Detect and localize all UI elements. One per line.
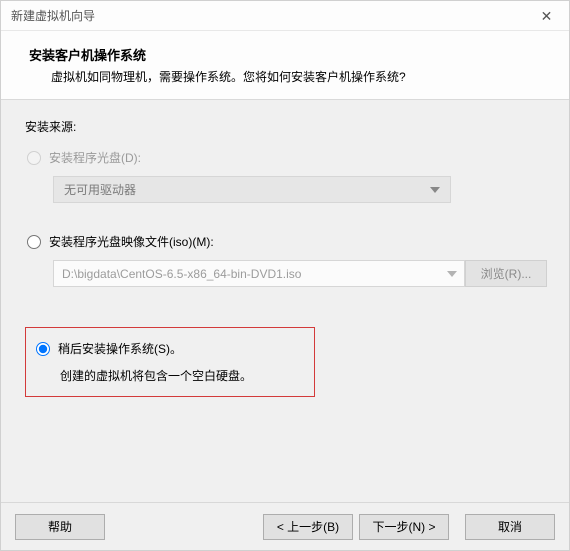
option-installer-disc-label: 安装程序光盘(D):	[49, 149, 141, 166]
option-iso-file[interactable]: 安装程序光盘映像文件(iso)(M):	[27, 233, 547, 250]
browse-button[interactable]: 浏览(R)...	[465, 260, 547, 287]
wizard-footer: 帮助 < 上一步(B) 下一步(N) > 取消	[1, 502, 569, 550]
radio-install-later[interactable]	[36, 342, 50, 356]
option-install-later-box: 稍后安装操作系统(S)。 创建的虚拟机将包含一个空白硬盘。	[25, 327, 315, 397]
help-button[interactable]: 帮助	[15, 514, 105, 540]
window-title: 新建虚拟机向导	[11, 7, 95, 24]
radio-installer-disc[interactable]	[27, 151, 41, 165]
option-iso-file-label: 安装程序光盘映像文件(iso)(M):	[49, 233, 214, 250]
option-install-later[interactable]: 稍后安装操作系统(S)。	[36, 340, 296, 357]
close-icon[interactable]: ✕	[524, 1, 569, 31]
option-install-later-label: 稍后安装操作系统(S)。	[58, 340, 182, 357]
radio-iso-file[interactable]	[27, 235, 41, 249]
install-later-description: 创建的虚拟机将包含一个空白硬盘。	[60, 367, 296, 384]
source-label: 安装来源:	[25, 118, 547, 135]
page-heading: 安装客户机操作系统	[29, 45, 541, 64]
back-button[interactable]: < 上一步(B)	[263, 514, 353, 540]
page-subtitle: 虚拟机如同物理机，需要操作系统。您将如何安装客户机操作系统?	[29, 68, 541, 85]
next-button[interactable]: 下一步(N) >	[359, 514, 449, 540]
option-installer-disc[interactable]: 安装程序光盘(D):	[27, 149, 547, 166]
content-area: 安装来源: 安装程序光盘(D): 无可用驱动器 安装程序光盘映像文件(iso)(…	[1, 100, 569, 397]
cancel-button[interactable]: 取消	[465, 514, 555, 540]
chevron-down-icon	[430, 187, 440, 193]
iso-path-input[interactable]	[53, 260, 465, 287]
disc-drive-value: 无可用驱动器	[64, 181, 136, 198]
disc-drive-combo: 无可用驱动器	[53, 176, 451, 203]
wizard-header: 安装客户机操作系统 虚拟机如同物理机，需要操作系统。您将如何安装客户机操作系统?	[1, 31, 569, 100]
